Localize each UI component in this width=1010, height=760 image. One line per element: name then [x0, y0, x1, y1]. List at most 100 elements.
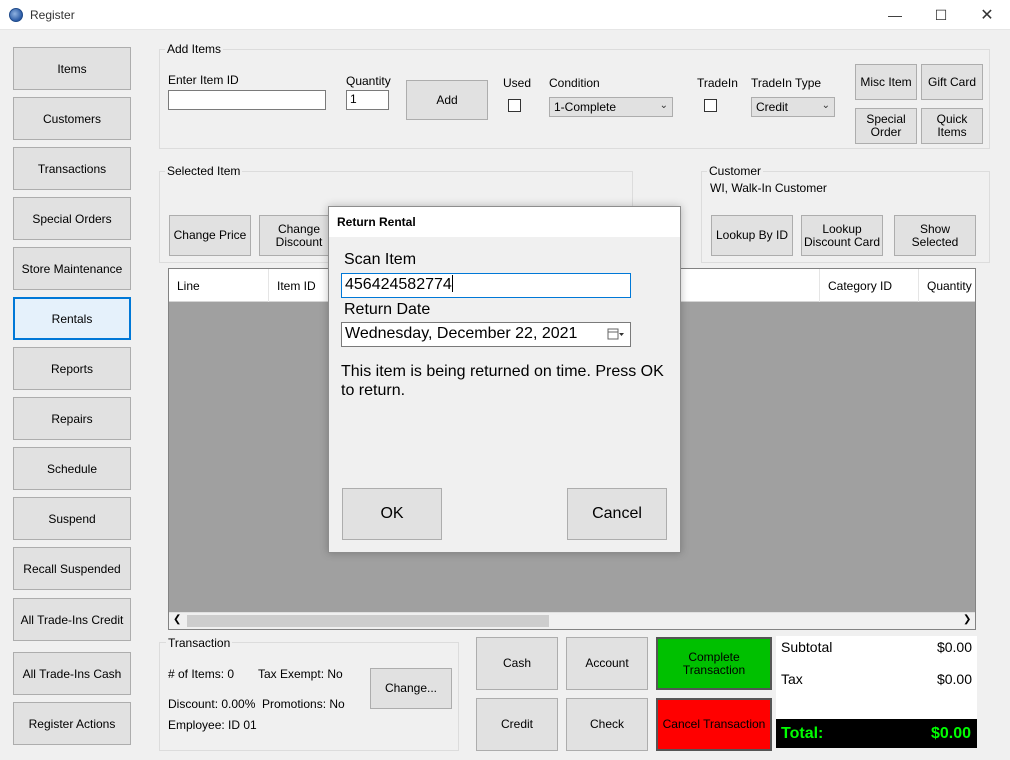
ok-button-label: OK — [380, 505, 404, 522]
sidebar-item-items[interactable]: Items — [13, 47, 131, 90]
credit-button[interactable]: Credit — [476, 698, 558, 751]
total-bar: Total: $0.00 — [776, 719, 977, 748]
lookup-by-id-button[interactable]: Lookup By ID — [711, 215, 793, 256]
complete-transaction-button[interactable]: Complete Transaction — [656, 637, 772, 690]
account-button-label: Account — [585, 656, 629, 670]
check-button[interactable]: Check — [566, 698, 648, 751]
tradein-checkbox[interactable] — [704, 99, 717, 112]
total-value: $0.00 — [930, 725, 971, 742]
return-date-value: Wednesday, December 22, 2021 — [345, 325, 578, 342]
window-title: Register — [30, 8, 75, 22]
tradein-type-select[interactable]: Credit ⌄ — [751, 97, 835, 117]
sidebar-item-label: Schedule — [46, 461, 98, 476]
employee-text: Employee: ID 01 — [168, 718, 257, 732]
sidebar-item-label: Special Orders — [32, 211, 112, 226]
lookup-by-id-button-label: Lookup By ID — [715, 228, 789, 242]
column-header-line[interactable]: Line — [169, 269, 269, 302]
sidebar-item-label: Suspend — [48, 511, 96, 526]
customer-name: WI, Walk-In Customer — [710, 181, 827, 195]
return-date-picker[interactable]: Wednesday, December 22, 2021 — [341, 322, 631, 347]
cancel-transaction-button[interactable]: Cancel Transaction — [656, 698, 772, 751]
gift-card-button-label: Gift Card — [927, 74, 976, 89]
change-transaction-button-label: Change... — [384, 681, 438, 695]
quantity-input[interactable]: 1 — [346, 90, 389, 110]
condition-select[interactable]: 1-Complete ⌄ — [549, 97, 673, 117]
sidebar-item-register-actions[interactable]: Register Actions — [13, 702, 131, 745]
complete-transaction-button-label: Complete Transaction — [682, 649, 746, 677]
total-label: Total: — [781, 725, 824, 742]
lookup-discount-card-button-label: Lookup Discount Card — [803, 221, 881, 249]
minimize-icon[interactable]: — — [872, 0, 918, 30]
close-icon[interactable]: ✕ — [964, 0, 1010, 30]
add-items-group-label: Add Items — [165, 42, 224, 56]
quick-items-button[interactable]: Quick Items — [921, 108, 983, 144]
add-button[interactable]: Add — [406, 80, 488, 120]
sidebar-item-recall-suspended[interactable]: Recall Suspended — [13, 547, 131, 590]
sidebar-item-special-orders[interactable]: Special Orders — [13, 197, 131, 240]
title-bar: Register — ☐ ✕ — [0, 0, 1010, 30]
item-id-input[interactable] — [168, 90, 326, 110]
sidebar-item-label: Items — [57, 61, 87, 76]
change-discount-button[interactable]: Change Discount — [259, 215, 339, 256]
cancel-transaction-button-label: Cancel Transaction — [662, 717, 766, 731]
item-id-label: Enter Item ID — [168, 73, 239, 87]
chevron-right-icon[interactable]: ❯ — [963, 614, 971, 625]
change-price-button-label: Change Price — [173, 228, 247, 242]
chevron-left-icon[interactable]: ❮ — [173, 614, 181, 625]
sidebar-item-all-trade-ins-credit[interactable]: All Trade-Ins Credit — [13, 598, 131, 641]
scan-item-value: 456424582774 — [345, 276, 452, 293]
condition-select-value: 1-Complete — [554, 100, 617, 114]
gift-card-button[interactable]: Gift Card — [921, 64, 983, 100]
used-checkbox[interactable] — [508, 99, 521, 112]
subtotal-label: Subtotal — [781, 639, 833, 655]
cash-button[interactable]: Cash — [476, 637, 558, 690]
sidebar-item-reports[interactable]: Reports — [13, 347, 131, 390]
used-label: Used — [503, 76, 532, 90]
scan-item-label: Scan Item — [344, 251, 417, 268]
scan-item-input[interactable]: 456424582774 — [341, 273, 631, 298]
sidebar-item-all-trade-ins-cash[interactable]: All Trade-Ins Cash — [13, 652, 131, 695]
sidebar-item-schedule[interactable]: Schedule — [13, 447, 131, 490]
grid-horizontal-scrollbar[interactable]: ❮ ❯ — [169, 612, 975, 629]
chevron-down-icon: ⌄ — [659, 100, 668, 111]
sidebar-item-label: All Trade-Ins Cash — [22, 666, 122, 681]
maximize-icon[interactable]: ☐ — [918, 0, 964, 30]
lookup-discount-card-button[interactable]: Lookup Discount Card — [801, 215, 883, 256]
num-items-text: # of Items: 0 — [168, 667, 235, 681]
sidebar-item-label: Register Actions — [28, 716, 116, 731]
discount-text: Discount: 0.00% — [168, 697, 256, 711]
sidebar-item-label: Recall Suspended — [23, 561, 121, 576]
sidebar-item-suspend[interactable]: Suspend — [13, 497, 131, 540]
dialog-message: This item is being returned on time. Pre… — [341, 363, 664, 399]
tradein-label: TradeIn — [697, 76, 738, 90]
quantity-label: Quantity — [346, 74, 391, 88]
sidebar-item-store-maintenance[interactable]: Store Maintenance — [13, 247, 131, 290]
sidebar-item-label: Store Maintenance — [21, 261, 123, 276]
column-header-quantity[interactable]: Quantity — [919, 269, 975, 302]
special-order-button[interactable]: Special Order — [855, 108, 917, 144]
account-button[interactable]: Account — [566, 637, 648, 690]
tax-label: Tax — [781, 671, 803, 687]
chevron-down-icon: ⌄ — [821, 100, 830, 111]
misc-item-button[interactable]: Misc Item — [855, 64, 917, 100]
cancel-button-label: Cancel — [592, 505, 642, 522]
register-app-icon — [9, 8, 23, 22]
sidebar-item-rentals[interactable]: Rentals — [13, 297, 131, 340]
calendar-icon[interactable] — [607, 327, 625, 341]
sidebar-item-label: All Trade-Ins Credit — [20, 612, 124, 627]
sidebar-item-transactions[interactable]: Transactions — [13, 147, 131, 190]
change-price-button[interactable]: Change Price — [169, 215, 251, 256]
sidebar-item-label: Repairs — [51, 411, 93, 426]
check-button-label: Check — [589, 717, 624, 731]
ok-button[interactable]: OK — [342, 488, 442, 540]
dialog-title: Return Rental — [329, 207, 680, 237]
show-selected-button[interactable]: Show Selected — [894, 215, 976, 256]
cancel-button[interactable]: Cancel — [567, 488, 667, 540]
misc-item-button-label: Misc Item — [860, 74, 912, 89]
sidebar-item-repairs[interactable]: Repairs — [13, 397, 131, 440]
column-header-category-id[interactable]: Category ID — [819, 269, 919, 302]
sidebar-item-customers[interactable]: Customers — [13, 97, 131, 140]
condition-label: Condition — [549, 76, 600, 90]
scrollbar-thumb[interactable] — [187, 615, 549, 627]
change-transaction-button[interactable]: Change... — [370, 668, 452, 709]
